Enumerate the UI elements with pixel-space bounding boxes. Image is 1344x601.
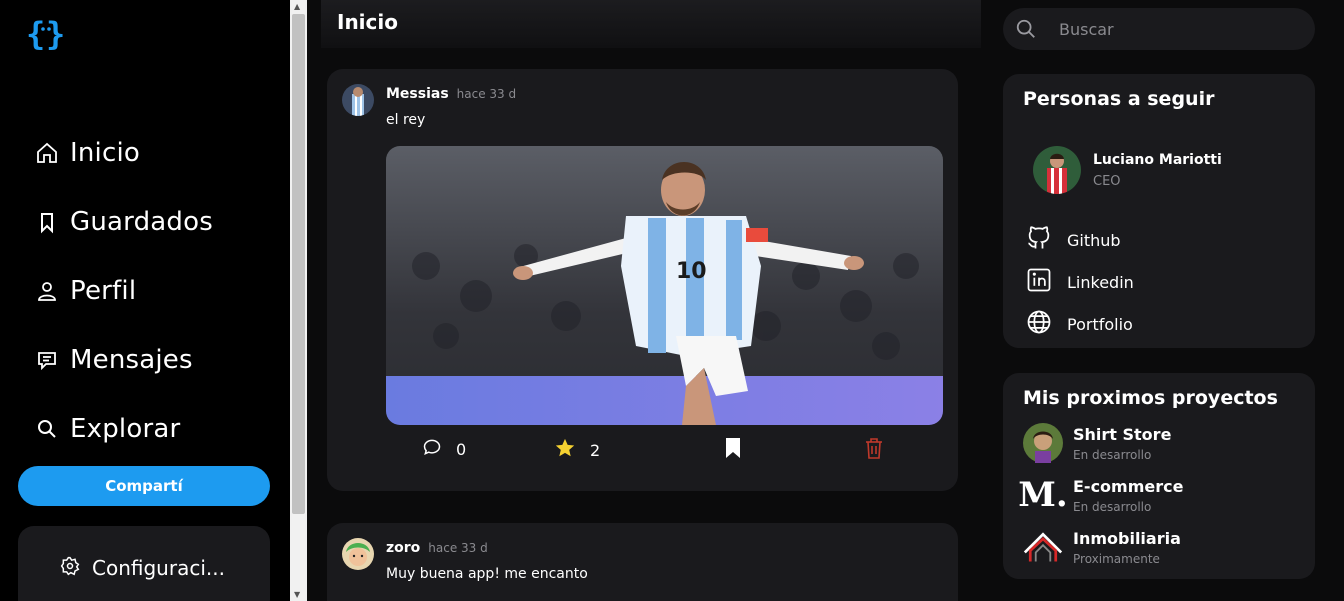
svg-text:}: } bbox=[46, 16, 65, 52]
user-icon bbox=[34, 278, 60, 304]
gear-icon bbox=[60, 556, 80, 580]
config-panel: Configuraci... bbox=[18, 526, 270, 601]
project-item[interactable]: Shirt Store En desarrollo bbox=[1023, 423, 1171, 463]
scroll-down-arrow-icon[interactable]: ▼ bbox=[294, 590, 300, 599]
project-info: Inmobiliaria Proximamente bbox=[1073, 529, 1181, 566]
search-input[interactable] bbox=[1059, 17, 1299, 41]
suggested-person[interactable]: Luciano Mariotti CEO bbox=[1033, 146, 1222, 194]
avatar[interactable] bbox=[342, 84, 374, 116]
nav-item-explorar[interactable]: Explorar bbox=[34, 394, 213, 463]
follow-card: Personas a seguir Luciano Mariotti CEO G… bbox=[1003, 74, 1315, 348]
project-status: En desarrollo bbox=[1073, 447, 1152, 462]
app-logo[interactable]: { } bbox=[26, 15, 66, 53]
feed: Inicio Messias hace 33 d el rey 10 0 2 z… bbox=[307, 0, 987, 601]
globe-icon bbox=[1025, 308, 1053, 340]
nav-item-mensajes[interactable]: Mensajes bbox=[34, 325, 213, 394]
post-card: zoro hace 33 d Muy buena app! me encanto bbox=[327, 523, 958, 601]
settings-button[interactable]: Configuraci... bbox=[60, 556, 225, 580]
link-label: Linkedin bbox=[1067, 272, 1134, 292]
comment-count: 0 bbox=[456, 439, 467, 459]
github-icon bbox=[1025, 224, 1053, 256]
post-time: hace 33 d bbox=[456, 87, 517, 101]
scroll-up-arrow-icon[interactable]: ▲ bbox=[294, 2, 300, 11]
project-name: Shirt Store bbox=[1073, 424, 1172, 444]
link-label: Portfolio bbox=[1067, 314, 1133, 334]
project-status: En desarrollo bbox=[1073, 499, 1152, 514]
search-icon bbox=[1015, 18, 1037, 44]
delete-post-button[interactable] bbox=[864, 437, 884, 463]
nav-label: Guardados bbox=[70, 206, 213, 237]
person-info: Luciano Mariotti CEO bbox=[1093, 152, 1222, 189]
sidebar: { } Inicio Guardados Perfil Mensajes Exp… bbox=[0, 0, 290, 601]
nav-item-perfil[interactable]: Perfil bbox=[34, 256, 213, 325]
nav-label: Perfil bbox=[70, 275, 137, 306]
scroll-thumb[interactable] bbox=[292, 14, 305, 514]
projects-card: Mis proximos proyectos Shirt Store En de… bbox=[1003, 373, 1315, 579]
save-post-button[interactable] bbox=[724, 437, 742, 463]
post-time: hace 33 d bbox=[428, 541, 488, 555]
follow-title: Personas a seguir bbox=[1023, 88, 1215, 110]
bookmark-icon bbox=[34, 209, 60, 235]
trash-icon bbox=[864, 437, 884, 463]
post-author[interactable]: zoro bbox=[386, 540, 420, 556]
comment-icon bbox=[422, 437, 442, 461]
message-icon bbox=[34, 347, 60, 373]
bookmark-filled-icon bbox=[724, 437, 742, 463]
portfolio-link[interactable]: Portfolio bbox=[1025, 308, 1133, 340]
share-button[interactable]: Compartí bbox=[18, 466, 270, 506]
settings-label: Configuraci... bbox=[92, 556, 225, 580]
avatar[interactable] bbox=[342, 538, 374, 570]
linkedin-link[interactable]: Linkedin bbox=[1025, 266, 1134, 298]
svg-text:{: { bbox=[26, 16, 45, 52]
project-logo-text: M. bbox=[1018, 475, 1068, 515]
project-item[interactable]: M. E-commerce En desarrollo bbox=[1018, 475, 1183, 515]
nav-label: Mensajes bbox=[70, 344, 193, 375]
star-button[interactable]: 2 bbox=[554, 437, 600, 463]
project-name: Inmobiliaria bbox=[1073, 528, 1181, 548]
project-logo bbox=[1023, 423, 1063, 463]
comment-button[interactable]: 0 bbox=[422, 437, 466, 461]
star-icon bbox=[554, 437, 576, 463]
nav-label: Inicio bbox=[70, 137, 140, 168]
post-author[interactable]: Messias bbox=[386, 86, 449, 102]
star-count: 2 bbox=[590, 440, 601, 460]
linkedin-icon bbox=[1025, 266, 1053, 298]
project-status: Proximamente bbox=[1073, 551, 1160, 566]
search-bar[interactable] bbox=[1003, 8, 1315, 50]
scrollbar[interactable]: ▲ ▼ bbox=[290, 0, 307, 601]
post-image[interactable]: 10 bbox=[386, 146, 943, 425]
house-icon bbox=[1023, 527, 1063, 567]
project-info: Shirt Store En desarrollo bbox=[1073, 425, 1171, 462]
post-card: Messias hace 33 d el rey 10 0 2 bbox=[327, 69, 958, 491]
nav-label: Explorar bbox=[70, 413, 181, 444]
main-nav: Inicio Guardados Perfil Mensajes Explora… bbox=[34, 118, 213, 463]
feed-header: Inicio bbox=[321, 0, 981, 48]
post-actions: 0 2 bbox=[386, 437, 943, 465]
person-role: CEO bbox=[1093, 173, 1121, 189]
project-logo: M. bbox=[1018, 475, 1067, 515]
page-title: Inicio bbox=[337, 10, 398, 34]
project-item[interactable]: Inmobiliaria Proximamente bbox=[1023, 527, 1181, 567]
github-link[interactable]: Github bbox=[1025, 224, 1121, 256]
nav-item-inicio[interactable]: Inicio bbox=[34, 118, 213, 187]
search-icon bbox=[34, 416, 60, 442]
project-info: E-commerce En desarrollo bbox=[1073, 477, 1183, 514]
projects-title: Mis proximos proyectos bbox=[1023, 387, 1278, 409]
post-text: Muy buena app! me encanto bbox=[386, 566, 588, 582]
post-text: el rey bbox=[386, 112, 426, 128]
avatar[interactable] bbox=[1033, 146, 1081, 194]
person-name[interactable]: Luciano Mariotti bbox=[1093, 152, 1222, 168]
nav-item-guardados[interactable]: Guardados bbox=[34, 187, 213, 256]
link-label: Github bbox=[1067, 230, 1121, 250]
svg-text:10: 10 bbox=[676, 259, 707, 284]
post-header: Messias hace 33 d bbox=[386, 86, 516, 102]
post-header: zoro hace 33 d bbox=[386, 540, 488, 556]
home-icon bbox=[34, 140, 60, 166]
project-name: E-commerce bbox=[1073, 476, 1184, 496]
